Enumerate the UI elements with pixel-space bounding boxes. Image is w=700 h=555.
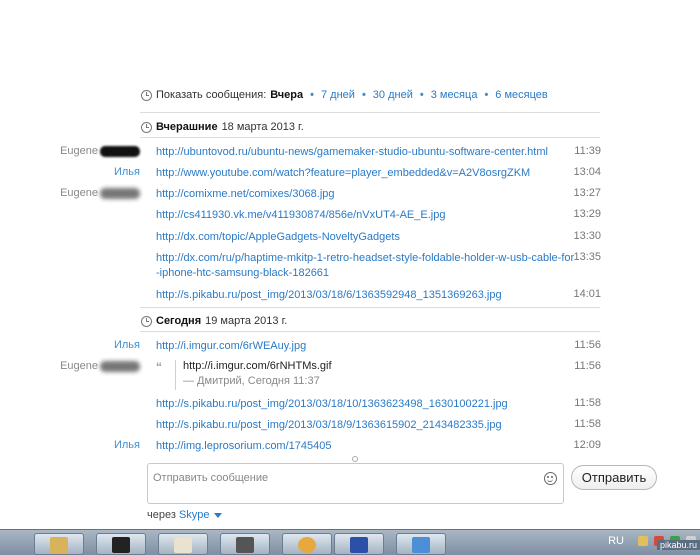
quote-bar <box>175 360 176 390</box>
day-date: 19 марта 2013 г. <box>205 315 288 327</box>
message-link[interactable]: http://www.youtube.com/watch?feature=pla… <box>156 166 556 181</box>
history-filter-bar: Показать сообщения: Вчера • 7 дней • 30 … <box>141 88 548 102</box>
resize-handle[interactable] <box>352 456 358 462</box>
terminal-icon <box>112 537 130 553</box>
message-link[interactable]: http://s.pikabu.ru/post_img/2013/03/18/9… <box>156 418 556 433</box>
send-button[interactable]: Отправить <box>571 465 657 490</box>
message-link[interactable]: http://s.pikabu.ru/post_img/2013/03/18/6… <box>156 288 556 303</box>
message-time: 11:56 <box>574 339 601 351</box>
separator: • <box>361 89 366 101</box>
browser-icon <box>298 537 316 553</box>
message-link[interactable]: http://comixme.net/comixes/3068.jpg <box>156 187 556 202</box>
notepad-icon <box>174 537 192 553</box>
taskbar-item[interactable] <box>34 533 84 555</box>
folder-icon <box>50 537 68 553</box>
taskbar-item[interactable] <box>396 533 446 555</box>
clock-icon <box>141 121 152 133</box>
message-link[interactable]: http://dx.com/ru/p/haptime-mkitp-1-retro… <box>156 251 574 281</box>
filter-7-days[interactable]: 7 дней <box>321 89 355 101</box>
message-sender[interactable]: Eugene <box>0 187 140 199</box>
filter-6-months[interactable]: 6 месяцев <box>495 89 547 101</box>
taskbar-item[interactable] <box>282 533 332 555</box>
filter-selected[interactable]: Вчера <box>270 89 303 101</box>
message-link[interactable]: http://s.pikabu.ru/post_img/2013/03/18/1… <box>156 397 556 412</box>
filter-30-days[interactable]: 30 дней <box>373 89 413 101</box>
message-sender[interactable]: Eugene <box>0 360 140 372</box>
quote-author: — Дмитрий, Сегодня 11:37 <box>183 375 320 387</box>
message-link[interactable]: http://ubuntovod.ru/ubuntu-news/gamemake… <box>156 145 556 160</box>
message-link[interactable]: http://dx.com/topic/AppleGadgets-Novelty… <box>156 230 556 245</box>
message-input-placeholder: Отправить сообщение <box>153 472 269 484</box>
via-service-selector[interactable]: Skype <box>179 509 210 521</box>
taskbar-item[interactable] <box>220 533 270 555</box>
day-header-yesterday: Вчерашние 18 марта 2013 г. <box>141 121 304 133</box>
quote-text[interactable]: http://i.imgur.com/6rNHTMs.gif <box>183 360 332 372</box>
day-label: Сегодня <box>156 315 202 327</box>
redacted-name <box>100 187 140 199</box>
emoticon-icon[interactable] <box>544 472 557 485</box>
message-sender[interactable]: Илья <box>0 166 140 178</box>
language-indicator[interactable]: RU <box>608 535 624 547</box>
window-icon <box>412 537 430 553</box>
via-label: через <box>147 509 176 521</box>
day-header-today: Сегодня 19 марта 2013 г. <box>141 315 287 327</box>
message-time: 14:01 <box>573 288 601 300</box>
divider <box>140 112 600 113</box>
taskbar-item[interactable] <box>334 533 384 555</box>
message-link[interactable]: http://i.imgur.com/6rWEAuy.jpg <box>156 339 556 354</box>
message-link-line[interactable]: -iphone-htc-samsung-black-182661 <box>156 266 556 281</box>
message-link-line[interactable]: http://dx.com/ru/p/haptime-mkitp-1-retro… <box>156 251 574 266</box>
message-time: 11:56 <box>574 360 601 372</box>
divider <box>140 307 600 308</box>
quote-icon: “ <box>156 360 162 374</box>
tray-icon[interactable] <box>638 536 648 546</box>
chevron-down-icon[interactable] <box>213 512 222 518</box>
divider <box>140 137 600 138</box>
send-via: через Skype <box>147 509 222 521</box>
message-time: 11:58 <box>574 397 601 409</box>
message-time: 13:27 <box>573 187 601 199</box>
filter-3-months[interactable]: 3 месяца <box>431 89 478 101</box>
message-time: 13:29 <box>573 208 601 220</box>
clock-icon <box>141 89 152 101</box>
message-link[interactable]: http://cs411930.vk.me/v411930874/856e/nV… <box>156 208 556 223</box>
message-time: 11:39 <box>574 145 601 157</box>
message-sender[interactable]: Илья <box>0 339 140 351</box>
filter-label: Показать сообщения: <box>156 89 267 101</box>
message-time: 13:30 <box>573 230 601 242</box>
message-sender[interactable]: Илья <box>0 439 140 451</box>
message-time: 13:04 <box>573 166 601 178</box>
separator: • <box>310 89 314 101</box>
separator: • <box>484 89 489 101</box>
clock-icon <box>141 315 152 327</box>
message-sender[interactable]: Eugene <box>0 145 140 157</box>
day-label: Вчерашние <box>156 121 218 133</box>
app-icon <box>236 537 254 553</box>
watermark: pikabu.ru <box>656 540 700 550</box>
taskbar: RU <box>0 529 700 555</box>
message-link[interactable]: http://img.leprosorium.com/1745405 <box>156 439 556 454</box>
divider <box>140 331 600 332</box>
taskbar-item[interactable] <box>158 533 208 555</box>
taskbar-item[interactable] <box>96 533 146 555</box>
message-time: 12:09 <box>573 439 601 451</box>
message-time: 13:35 <box>573 251 601 263</box>
redacted-name <box>100 145 140 157</box>
day-date: 18 марта 2013 г. <box>221 121 304 133</box>
message-time: 11:58 <box>574 418 601 430</box>
separator: • <box>419 89 424 101</box>
message-input[interactable]: Отправить сообщение <box>147 463 564 504</box>
redacted-name <box>100 360 140 372</box>
editor-icon <box>350 537 368 553</box>
